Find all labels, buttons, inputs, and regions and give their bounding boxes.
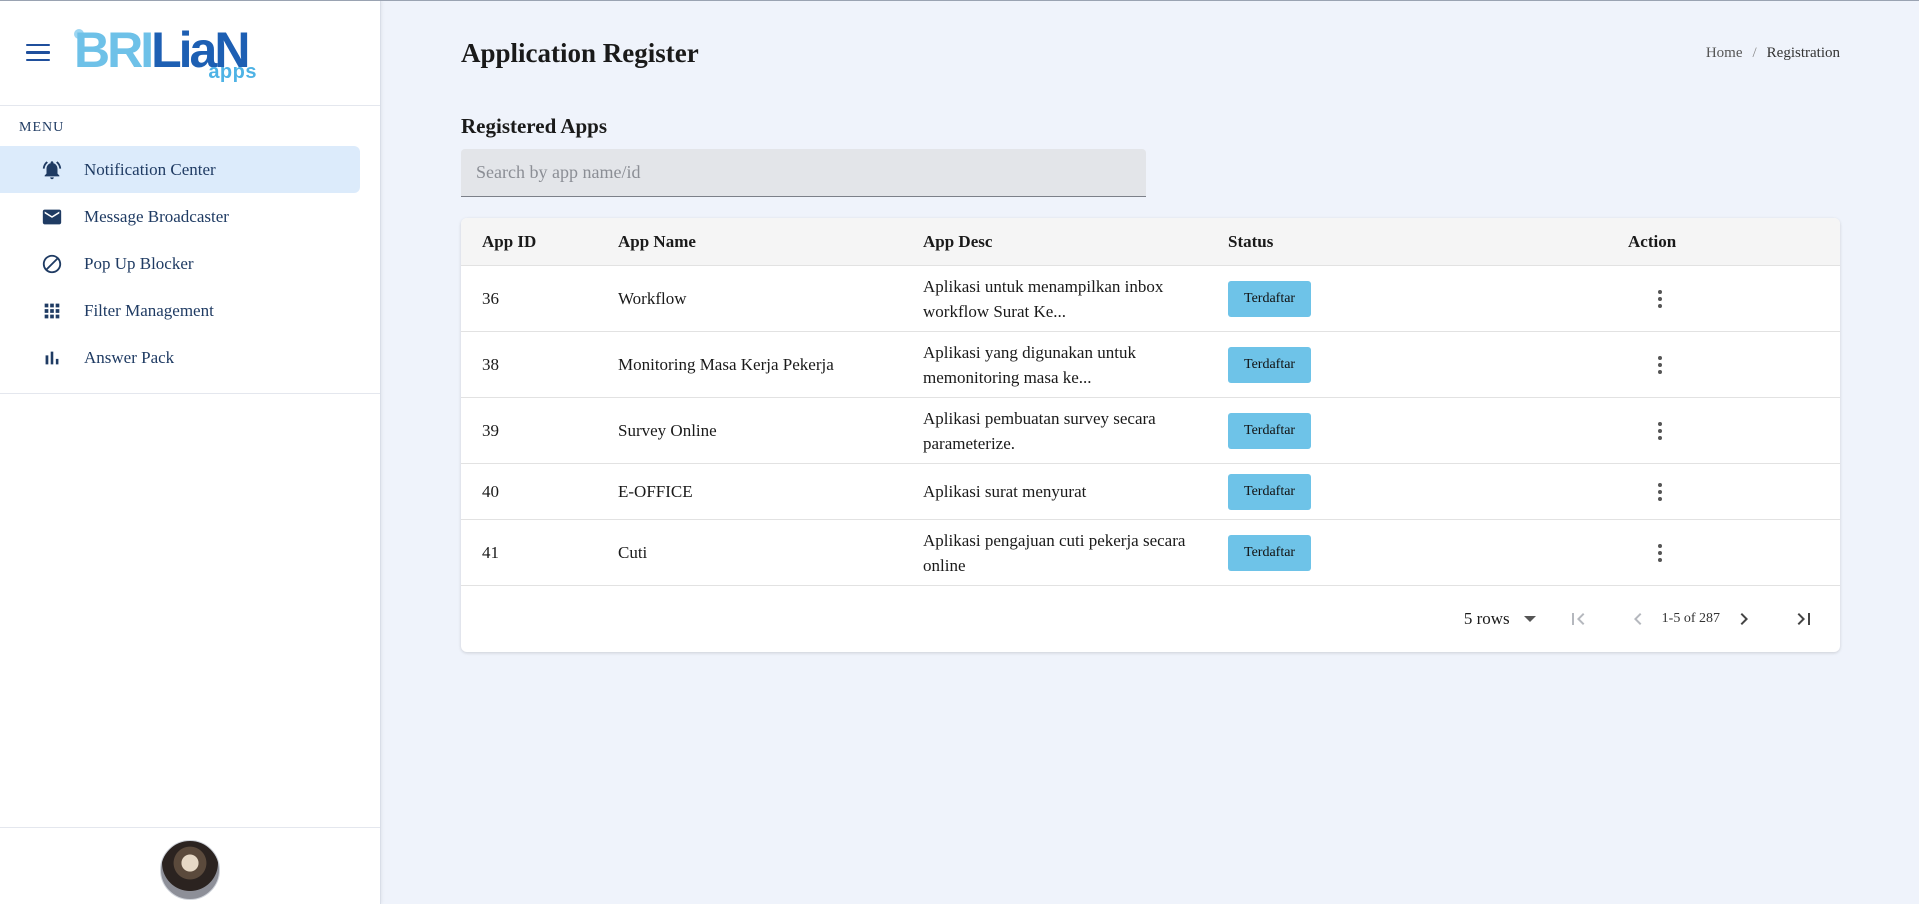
breadcrumb-separator: / xyxy=(1752,45,1757,61)
table-row[interactable]: 38 Monitoring Masa Kerja Pekerja Aplikas… xyxy=(461,332,1840,398)
apps-table-card: App ID App Name App Desc Status Action 3… xyxy=(461,218,1840,652)
column-header-action: Action xyxy=(1628,231,1677,251)
sidebar-item-label: Pop Up Blocker xyxy=(84,253,194,273)
hamburger-menu-icon[interactable] xyxy=(26,38,56,68)
bell-icon xyxy=(40,158,64,182)
last-page-icon[interactable] xyxy=(1786,601,1822,637)
more-vert-icon[interactable] xyxy=(1642,413,1678,449)
status-badge[interactable]: Terdaftar xyxy=(1228,280,1312,317)
more-vert-icon[interactable] xyxy=(1642,474,1678,510)
status-badge[interactable]: Terdaftar xyxy=(1228,473,1312,510)
table-row[interactable]: 36 Workflow Aplikasi untuk menampilkan i… xyxy=(461,266,1840,332)
table-header: App ID App Name App Desc Status Action xyxy=(461,218,1840,266)
cell-app-id: 39 xyxy=(482,420,499,440)
cell-app-id: 36 xyxy=(482,288,499,308)
caret-down-icon xyxy=(1523,616,1536,622)
sidebar-item-label: Message Broadcaster xyxy=(84,206,229,226)
cell-action xyxy=(1598,413,1840,449)
next-page-icon[interactable] xyxy=(1726,601,1762,637)
menu-section-label: MENU xyxy=(19,120,65,135)
grid-icon xyxy=(40,299,64,323)
more-vert-icon[interactable] xyxy=(1642,347,1678,383)
sidebar-item-pop-up-blocker[interactable]: Pop Up Blocker xyxy=(0,240,360,287)
sidebar-item-message-broadcaster[interactable]: Message Broadcaster xyxy=(0,193,360,240)
cell-action xyxy=(1598,535,1840,571)
cell-status: Terdaftar xyxy=(1228,280,1598,317)
breadcrumb: Home / Registration xyxy=(1706,45,1840,62)
sidebar-item-label: Notification Center xyxy=(84,159,216,179)
cell-app-name: Cuti xyxy=(618,542,648,562)
sidebar-nav: Notification Center Message Broadcaster … xyxy=(0,146,380,394)
rows-per-page-select[interactable]: 5 rows xyxy=(1464,609,1536,629)
envelope-icon xyxy=(40,205,64,229)
cell-app-id: 38 xyxy=(482,354,499,374)
search-input[interactable] xyxy=(461,149,1146,197)
cell-status: Terdaftar xyxy=(1228,346,1598,383)
sidebar-header: BRILiaN apps xyxy=(0,0,380,106)
cell-app-name: Survey Online xyxy=(618,420,717,440)
column-header-app-name[interactable]: App Name xyxy=(618,232,923,252)
user-avatar[interactable] xyxy=(160,840,220,900)
status-badge[interactable]: Terdaftar xyxy=(1228,412,1312,449)
pagination: 5 rows 1-5 of 287 xyxy=(461,586,1840,652)
block-icon xyxy=(40,252,64,276)
status-badge[interactable]: Terdaftar xyxy=(1228,534,1312,571)
more-vert-icon[interactable] xyxy=(1642,535,1678,571)
column-header-app-id[interactable]: App ID xyxy=(461,232,618,252)
rows-per-page-value: 5 rows xyxy=(1463,609,1510,628)
section-title: Registered Apps xyxy=(461,114,608,138)
cell-app-desc: Aplikasi yang digunakan untuk memonitori… xyxy=(923,342,1136,387)
breadcrumb-home-link[interactable]: Home xyxy=(1706,45,1743,62)
column-header-app-desc[interactable]: App Desc xyxy=(923,229,1228,254)
cell-app-desc: Aplikasi untuk menampilkan inbox workflo… xyxy=(923,276,1164,321)
table-row[interactable]: 41 Cuti Aplikasi pengajuan cuti pekerja … xyxy=(461,520,1840,586)
bar-chart-icon xyxy=(40,346,64,370)
sidebar-item-filter-management[interactable]: Filter Management xyxy=(0,287,360,334)
sidebar-item-label: Filter Management xyxy=(84,300,214,320)
column-header-status[interactable]: Status xyxy=(1228,232,1598,252)
cell-app-desc: Aplikasi pengajuan cuti pekerja secara o… xyxy=(923,530,1186,575)
top-border xyxy=(0,0,1919,1)
cell-action xyxy=(1598,281,1840,317)
cell-status: Terdaftar xyxy=(1228,473,1598,510)
breadcrumb-current: Registration xyxy=(1766,45,1840,61)
cell-app-name: E-OFFICE xyxy=(618,481,693,501)
cell-app-id: 40 xyxy=(482,481,499,501)
cell-action xyxy=(1598,347,1840,383)
cell-app-name: Workflow xyxy=(618,288,687,308)
cell-app-desc: Aplikasi pembuatan survey secara paramet… xyxy=(923,408,1156,453)
cell-status: Terdaftar xyxy=(1228,412,1598,449)
table-row[interactable]: 40 E-OFFICE Aplikasi surat menyurat Terd… xyxy=(461,464,1840,520)
brilian-logo[interactable]: BRILiaN apps xyxy=(74,21,259,85)
cell-app-id: 41 xyxy=(482,542,499,562)
sidebar-footer xyxy=(0,827,380,904)
logo-subtext: apps xyxy=(208,60,257,83)
cell-action xyxy=(1598,474,1840,510)
status-badge[interactable]: Terdaftar xyxy=(1228,346,1312,383)
more-vert-icon[interactable] xyxy=(1642,281,1678,317)
first-page-icon[interactable] xyxy=(1560,601,1596,637)
sidebar: BRILiaN apps MENU Notification Center Me… xyxy=(0,0,381,904)
sidebar-item-label: Answer Pack xyxy=(84,347,175,367)
prev-page-icon[interactable] xyxy=(1620,601,1656,637)
page-range: 1-5 of 287 xyxy=(1661,611,1720,626)
table-row[interactable]: 39 Survey Online Aplikasi pembuatan surv… xyxy=(461,398,1840,464)
sidebar-item-answer-pack[interactable]: Answer Pack xyxy=(0,334,360,381)
cell-app-desc: Aplikasi surat menyurat xyxy=(923,482,1087,501)
sidebar-item-notification-center[interactable]: Notification Center xyxy=(0,146,360,193)
cell-app-name: Monitoring Masa Kerja Pekerja xyxy=(618,354,834,374)
cell-status: Terdaftar xyxy=(1228,534,1598,571)
page-title: Application Register xyxy=(461,38,699,68)
